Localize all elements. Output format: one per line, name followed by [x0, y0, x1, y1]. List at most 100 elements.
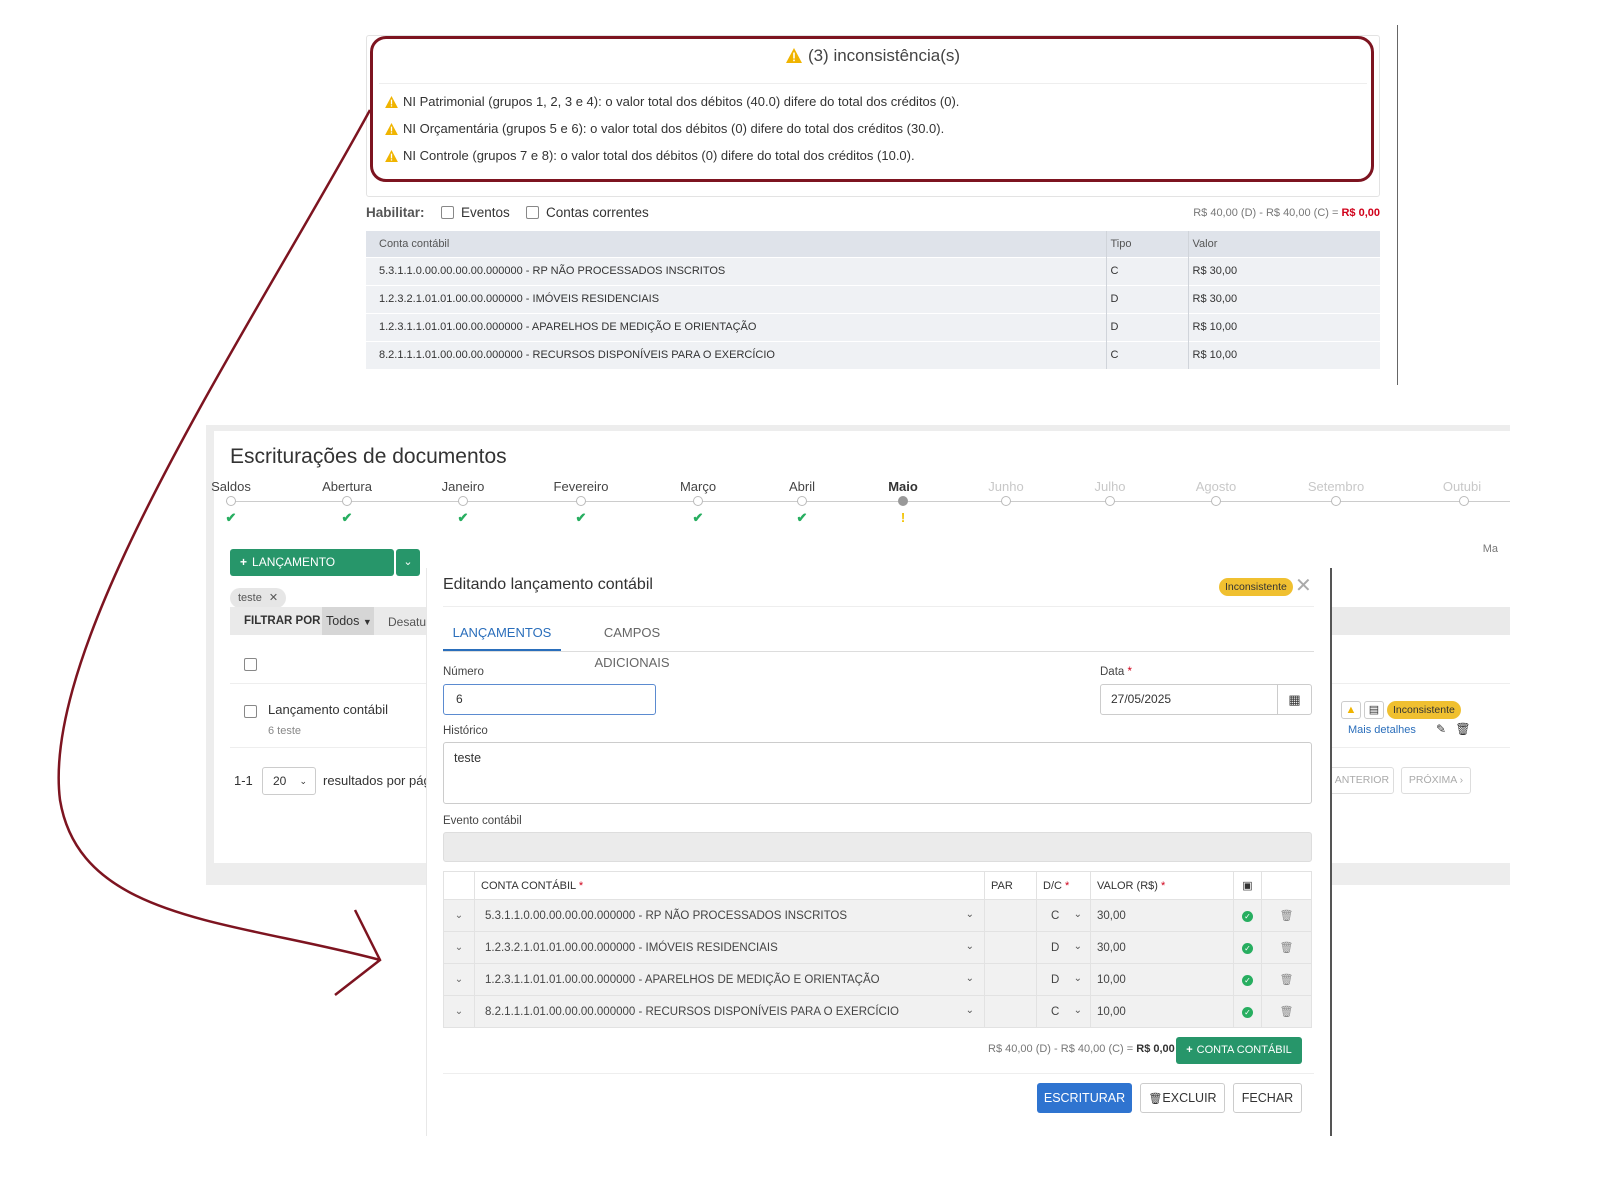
pagination-range: 1-1: [234, 773, 253, 788]
timeline-label[interactable]: Janeiro: [442, 479, 485, 494]
dc-select[interactable]: C ⌄: [1036, 899, 1091, 932]
add-conta-button[interactable]: + CONTA CONTÁBIL: [1176, 1037, 1302, 1064]
chevron-down-icon[interactable]: ⌄: [443, 995, 475, 1028]
valor-input[interactable]: 30,00: [1090, 931, 1234, 964]
check-circle-icon: ✓: [1233, 995, 1262, 1028]
chevron-down-icon[interactable]: ⌄: [396, 549, 420, 576]
timeline-label[interactable]: Abertura: [322, 479, 372, 494]
dc-select[interactable]: C ⌄: [1036, 995, 1091, 1028]
timeline-label[interactable]: Agosto: [1196, 479, 1236, 494]
tab-campos-adicionais[interactable]: CAMPOS ADICIONAIS: [567, 618, 697, 670]
column-header-valor: Valor: [1187, 231, 1380, 257]
timeline-dot[interactable]: [458, 496, 468, 506]
trash-icon[interactable]: 🗑: [1261, 931, 1312, 964]
close-icon[interactable]: ✕: [1295, 573, 1312, 598]
timeline-label[interactable]: Saldos: [211, 479, 251, 494]
timeline-label[interactable]: Outubi: [1443, 479, 1481, 494]
timeline-dot[interactable]: [693, 496, 703, 506]
trash-icon[interactable]: 🗑: [1261, 963, 1312, 996]
chevron-down-icon[interactable]: ⌄: [443, 963, 475, 996]
calendar-icon[interactable]: ▦: [1277, 684, 1312, 715]
timeline-dot[interactable]: [1459, 496, 1469, 506]
par-cell[interactable]: [984, 931, 1037, 964]
timeline-label[interactable]: Julho: [1094, 479, 1125, 494]
timeline-dot-current[interactable]: [898, 496, 908, 506]
timeline-dot[interactable]: [1211, 496, 1221, 506]
check-dot: ✓: [1242, 910, 1253, 922]
dc-select[interactable]: D ⌄: [1036, 963, 1091, 996]
column-header-actions: [1261, 871, 1312, 900]
trash-icon[interactable]: 🗑: [1261, 995, 1312, 1028]
timeline-dot[interactable]: [1331, 496, 1341, 506]
numero-input[interactable]: 6: [443, 684, 656, 715]
row-checkbox[interactable]: [244, 705, 257, 718]
habilitar-label: Habilitar:: [366, 205, 425, 220]
valor-input[interactable]: 10,00: [1090, 963, 1234, 996]
timeline-dot[interactable]: [797, 496, 807, 506]
timeline-label[interactable]: Fevereiro: [554, 479, 609, 494]
tab-lancamentos[interactable]: LANÇAMENTOS: [443, 618, 561, 651]
timeline-label[interactable]: Março: [680, 479, 716, 494]
filter-select[interactable]: Todos ▼: [322, 607, 374, 635]
timeline-label[interactable]: Junho: [988, 479, 1023, 494]
mais-detalhes-link[interactable]: Mais detalhes: [1348, 724, 1416, 736]
timeline-dot[interactable]: [226, 496, 236, 506]
valor-input[interactable]: 30,00: [1090, 899, 1234, 932]
conta-select[interactable]: 8.2.1.1.1.01.00.00.00.000000 - RECURSOS …: [474, 995, 985, 1028]
pencil-icon[interactable]: ✎: [1436, 722, 1446, 736]
per-page-select[interactable]: 20 ⌄: [262, 767, 316, 795]
previous-page-button[interactable]: ‹ ANTERIOR: [1324, 767, 1394, 794]
column-header-dc-text: D/C: [1043, 879, 1062, 892]
timeline-label[interactable]: Setembro: [1308, 479, 1364, 494]
table-row: ⌄ 1.2.3.2.1.01.01.00.00.000000 - IMÓVEIS…: [443, 931, 1312, 964]
cell-tipo: C: [1105, 340, 1188, 369]
historico-textarea[interactable]: teste: [443, 742, 1312, 804]
document-icon[interactable]: ▤: [1364, 701, 1384, 719]
chevron-down-icon[interactable]: ⌄: [443, 931, 475, 964]
warning-icon[interactable]: ▲: [1341, 701, 1361, 719]
close-icon[interactable]: ✕: [269, 592, 278, 604]
timeline-dot[interactable]: [576, 496, 586, 506]
required-marker: *: [1127, 666, 1132, 678]
conta-select-value: 8.2.1.1.1.01.00.00.00.000000 - RECURSOS …: [485, 1005, 899, 1018]
list-item-title[interactable]: Lançamento contábil: [268, 702, 388, 717]
par-cell[interactable]: [984, 899, 1037, 932]
conta-select[interactable]: 1.2.3.2.1.01.01.00.00.000000 - IMÓVEIS R…: [474, 931, 985, 964]
par-cell[interactable]: [984, 995, 1037, 1028]
timeline-dot[interactable]: [342, 496, 352, 506]
timeline-label[interactable]: Abril: [789, 479, 815, 494]
fechar-button[interactable]: FECHAR: [1233, 1083, 1302, 1113]
timeline-dot[interactable]: [1105, 496, 1115, 506]
conta-select[interactable]: 1.2.3.1.1.01.01.00.00.000000 - APARELHOS…: [474, 963, 985, 996]
data-input[interactable]: 27/05/2025: [1100, 684, 1278, 715]
timeline-dot[interactable]: [1001, 496, 1011, 506]
par-cell[interactable]: [984, 963, 1037, 996]
dc-select[interactable]: D ⌄: [1036, 931, 1091, 964]
numero-label: Número: [443, 666, 484, 678]
filter-tag[interactable]: teste ✕: [230, 588, 287, 608]
cell-tipo: C: [1105, 256, 1188, 285]
chevron-down-icon[interactable]: ⌄: [443, 899, 475, 932]
timeline-label-current[interactable]: Maio: [888, 479, 918, 494]
checkbox-box[interactable]: [441, 206, 454, 219]
table-row: 1.2.3.1.1.01.01.00.00.000000 - APARELHOS…: [366, 312, 1380, 341]
contas-correntes-checkbox[interactable]: Contas correntes: [526, 205, 649, 220]
valor-input[interactable]: 10,00: [1090, 995, 1234, 1028]
check-circle-icon: ✓: [1233, 931, 1262, 964]
checkbox-box[interactable]: [526, 206, 539, 219]
trash-icon[interactable]: 🗑: [1261, 899, 1312, 932]
escriturar-button[interactable]: ESCRITURAR: [1037, 1083, 1132, 1113]
conta-select[interactable]: 5.3.1.1.0.00.00.00.00.000000 - RP NÃO PR…: [474, 899, 985, 932]
cell-tipo: D: [1105, 284, 1188, 313]
next-page-button[interactable]: PRÓXIMA ›: [1401, 767, 1471, 794]
chevron-down-icon: ▼: [362, 617, 372, 627]
excluir-button[interactable]: 🗑EXCLUIR: [1140, 1083, 1225, 1113]
check-dot: ✓: [1242, 974, 1253, 986]
eventos-checkbox[interactable]: Eventos: [441, 205, 510, 220]
filter-option[interactable]: Desatu: [388, 615, 426, 629]
select-all-checkbox[interactable]: [244, 658, 257, 671]
evento-select[interactable]: [443, 832, 1312, 862]
check-dot: ✓: [1242, 1006, 1253, 1018]
add-lancamento-button[interactable]: +LANÇAMENTO CONTÁBIL: [230, 549, 394, 596]
trash-icon[interactable]: 🗑: [1455, 722, 1470, 736]
